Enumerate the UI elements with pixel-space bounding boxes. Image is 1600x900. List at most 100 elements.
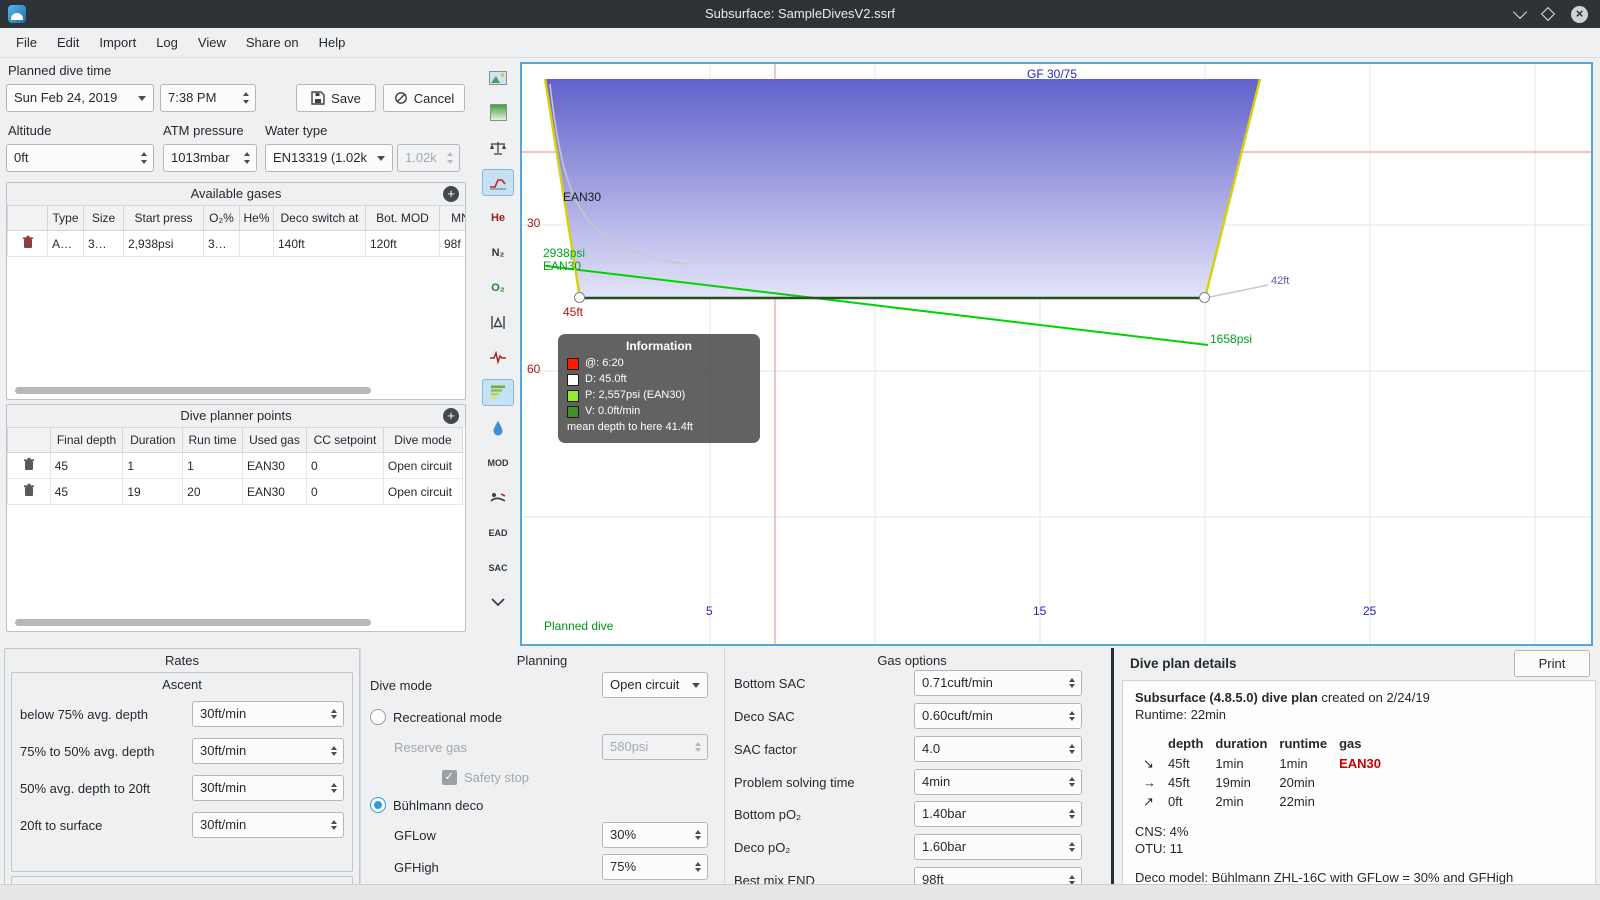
profile-handle-right[interactable] [1199,292,1210,303]
po2-graph-icon[interactable] [482,169,514,196]
points-col-actions[interactable] [7,427,51,453]
gas-deco-switch-cell[interactable]: 140ft [273,230,366,257]
menu-file[interactable]: File [6,30,47,55]
gases-col-o2[interactable]: O₂% [203,205,240,231]
point-depth-cell[interactable]: 45 [49,478,124,505]
dive-profile-chart[interactable]: GF 30/75 EAN30 2938psi EAN30 45ft 42ft 1… [520,62,1593,646]
ascent-rate-50-spinner[interactable]: 30ft/min [192,738,344,764]
titlebar[interactable]: Subsurface: SampleDivesV2.ssrf [0,0,1600,28]
menu-edit[interactable]: Edit [47,30,89,55]
o2-graph-icon[interactable]: O₂ [482,274,514,301]
ceiling-icon[interactable] [482,309,514,336]
add-point-button[interactable] [443,408,459,424]
recreational-mode-radio[interactable] [370,709,386,725]
ead-icon[interactable]: EAD [482,519,514,546]
point-runtime-cell[interactable]: 20 [182,478,243,505]
gases-col-mnd[interactable]: MN [439,205,465,231]
gas-type-cell[interactable]: A… [47,230,84,257]
gases-col-type[interactable]: Type [47,205,84,231]
gflow-spinner[interactable]: 30% [602,822,708,848]
gases-col-start-press[interactable]: Start press [123,205,204,231]
gases-col-he[interactable]: He% [239,205,274,231]
point-runtime-cell[interactable]: 1 [182,452,243,479]
atm-pressure-spinner[interactable]: 1013mbar [163,144,257,172]
point-setpoint-cell[interactable]: 0 [306,478,384,505]
dive-mode-combo[interactable]: Open circuit [602,672,708,698]
dive-time-spinner[interactable]: 7:38 PM [160,84,256,112]
menu-import[interactable]: Import [89,30,146,55]
altitude-spinner[interactable]: 0ft [6,144,154,172]
ascent-rate-20ft-spinner[interactable]: 30ft/min [192,775,344,801]
deco-sac-spinner[interactable]: 0.60cuft/min [914,703,1082,729]
gases-col-bot-mod[interactable]: Bot. MOD [365,205,440,231]
points-col-used-gas[interactable]: Used gas [241,427,308,453]
gases-hscrollbar[interactable] [15,387,371,394]
gas-o2-cell[interactable]: 3… [203,230,240,257]
bottom-sac-spinner[interactable]: 0.71cuft/min [914,670,1082,696]
gases-col-size[interactable]: Size [83,205,124,231]
points-hscrollbar[interactable] [15,619,371,626]
point-gas-cell[interactable]: EAN30 [241,478,308,505]
menu-view[interactable]: View [188,30,236,55]
problem-solving-time-spinner[interactable]: 4min [914,769,1082,795]
point-gas-cell[interactable]: EAN30 [241,452,308,479]
heart-rate-icon[interactable] [482,344,514,371]
diver-icon[interactable] [482,484,514,511]
scale-icon[interactable] [482,134,514,161]
shade-window-icon[interactable] [1512,4,1528,20]
sac-factor-spinner[interactable]: 4.0 [914,736,1082,762]
points-col-run-time[interactable]: Run time [182,427,243,453]
n2-graph-icon[interactable]: N₂ [482,239,514,266]
gas-bar-icon[interactable] [482,99,514,126]
he-graph-icon[interactable]: He [482,204,514,231]
tissues-graph-icon[interactable] [482,379,514,406]
profile-handle-left[interactable] [574,292,585,303]
gases-col-deco-switch[interactable]: Deco switch at [273,205,366,231]
water-type-combo[interactable]: EN13319 (1.02k [265,144,393,172]
gas-mnd-cell[interactable]: 98f [439,230,465,257]
collapse-toolbar-chevron-icon[interactable] [482,589,514,616]
points-col-final-depth[interactable]: Final depth [49,427,124,453]
sac-icon[interactable]: SAC [482,554,514,581]
point-divemode-cell[interactable]: Open circuit [382,452,464,479]
mod-icon[interactable]: MOD [482,449,514,476]
point-divemode-cell[interactable]: Open circuit [382,478,464,505]
best-mix-end-spinner[interactable]: 98ft [914,867,1082,884]
ascent-rate-surface-spinner[interactable]: 30ft/min [192,812,344,838]
dive-plan-details-title: Dive plan details [1130,656,1237,671]
gas-density-icon[interactable] [482,414,514,441]
gfhigh-spinner[interactable]: 75% [602,854,708,880]
gas-start-press-cell[interactable]: 2,938psi [123,230,204,257]
close-window-icon[interactable] [1571,5,1588,23]
points-col-duration[interactable]: Duration [122,427,184,453]
points-col-cc-setpoint[interactable]: CC setpoint [306,427,384,453]
maximize-window-icon[interactable] [1540,6,1556,22]
delete-gas-button[interactable] [7,230,48,257]
point-depth-cell[interactable]: 45 [49,452,124,479]
delete-point-button[interactable] [7,478,51,505]
menu-log[interactable]: Log [146,30,188,55]
gas-he-cell[interactable] [239,230,274,257]
point-setpoint-cell[interactable]: 0 [306,452,384,479]
deco-po2-spinner[interactable]: 1.60bar [914,834,1082,860]
details-splitter-handle[interactable] [1111,648,1114,884]
dive-photos-icon[interactable] [482,64,514,91]
point-duration-cell[interactable]: 19 [122,478,184,505]
gas-size-cell[interactable]: 3… [83,230,124,257]
add-gas-button[interactable] [443,186,459,202]
dive-date-combo[interactable]: Sun Feb 24, 2019 [6,84,154,112]
profile-info-tooltip[interactable]: Information @: 6:20 D: 45.0ft P: 2,557ps… [558,334,760,443]
save-button[interactable]: Save [296,84,376,112]
menu-help[interactable]: Help [309,30,356,55]
menu-share-on[interactable]: Share on [236,30,309,55]
cancel-button[interactable]: Cancel [383,84,465,112]
print-button[interactable]: Print [1514,650,1590,677]
points-col-dive-mode[interactable]: Dive mode [382,427,464,453]
gases-col-actions[interactable] [7,205,48,231]
point-duration-cell[interactable]: 1 [122,452,184,479]
ascent-rate-75-spinner[interactable]: 30ft/min [192,701,344,727]
bottom-po2-spinner[interactable]: 1.40bar [914,801,1082,827]
delete-point-button[interactable] [7,452,51,479]
buhlmann-deco-radio[interactable] [370,797,386,813]
gas-bot-mod-cell[interactable]: 120ft [365,230,440,257]
